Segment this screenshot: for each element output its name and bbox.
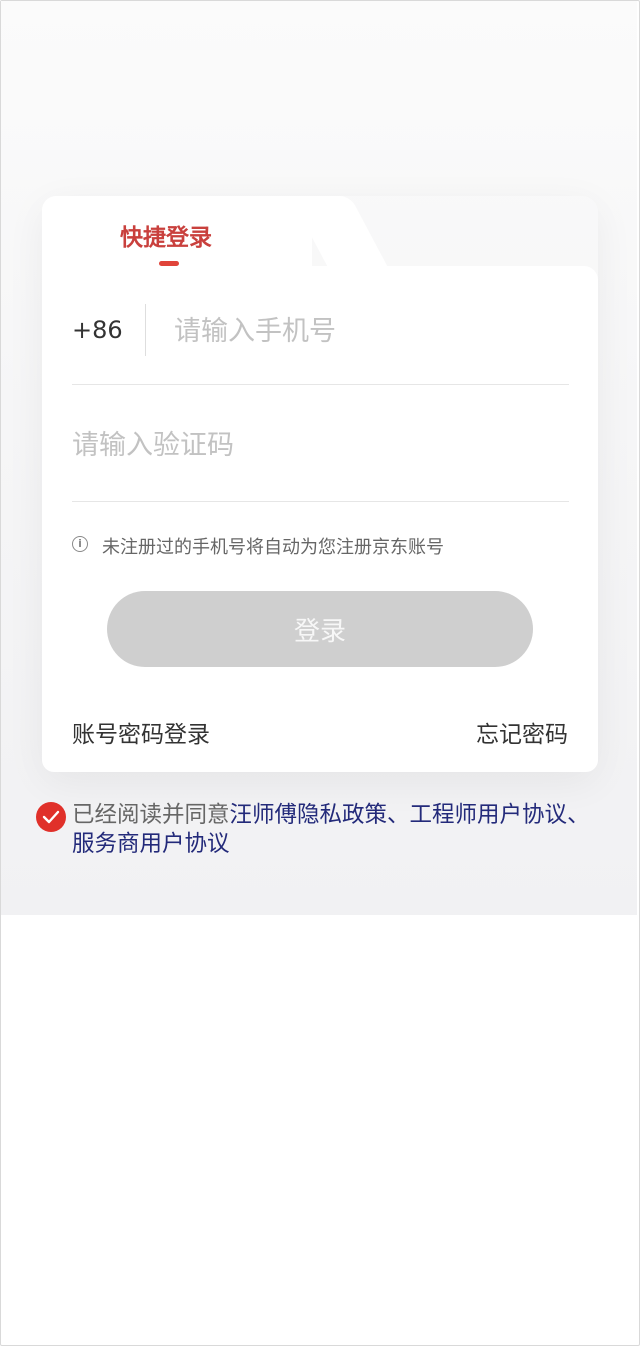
tab-quick-login[interactable]: 快捷登录 bbox=[120, 218, 220, 252]
forgot-password-link[interactable]: 忘记密码 bbox=[476, 715, 568, 749]
checkmark-icon bbox=[42, 810, 60, 824]
agreement-text: 已经阅读并同意汪师傅隐私政策、工程师用户协议、服务商用户协议 bbox=[72, 801, 604, 859]
code-underline bbox=[72, 501, 569, 502]
agreement-prefix: 已经阅读并同意 bbox=[72, 802, 230, 828]
auto-register-notice: 未注册过的手机号将自动为您注册京东账号 bbox=[102, 537, 444, 558]
phone-input[interactable] bbox=[174, 310, 564, 352]
privacy-policy-link[interactable]: 汪师傅隐私政策 bbox=[230, 802, 388, 828]
tab-active-indicator bbox=[159, 261, 179, 266]
agreement-separator: 、 bbox=[567, 802, 590, 828]
verification-code-input[interactable] bbox=[72, 424, 562, 466]
country-code-divider bbox=[145, 304, 146, 356]
phone-underline bbox=[72, 384, 569, 385]
agreement-separator: 、 bbox=[387, 802, 410, 828]
merchant-agreement-link[interactable]: 服务商用户协议 bbox=[72, 831, 230, 857]
engineer-agreement-link[interactable]: 工程师用户协议 bbox=[410, 802, 568, 828]
info-icon: i bbox=[72, 536, 88, 552]
password-login-link[interactable]: 账号密码登录 bbox=[72, 715, 210, 749]
agreement-checkbox[interactable] bbox=[36, 802, 66, 832]
country-code[interactable]: +86 bbox=[72, 316, 123, 344]
login-button[interactable]: 登录 bbox=[107, 591, 533, 667]
